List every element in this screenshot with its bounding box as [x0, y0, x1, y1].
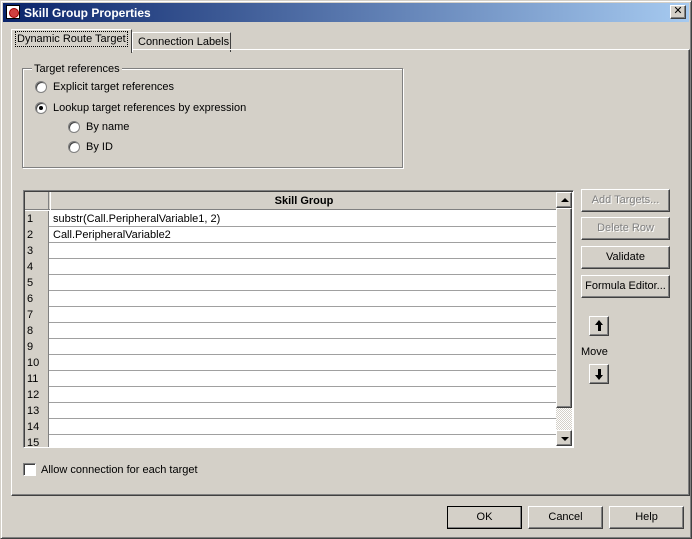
grid-body: 1 substr(Call.PeripheralVariable1, 2) 2 Cal…: [25, 211, 557, 447]
allow-connection-checkbox[interactable]: [23, 463, 36, 476]
row-number[interactable]: 9: [25, 339, 49, 355]
delete-row-button[interactable]: Delete Row: [581, 217, 670, 240]
grid-header: Skill Group: [25, 192, 557, 210]
window-title: Skill Group Properties: [24, 6, 151, 20]
row-number[interactable]: 4: [25, 259, 49, 275]
help-label: Help: [635, 511, 658, 523]
tab-label: Dynamic Route Target: [15, 31, 128, 47]
scroll-track[interactable]: [556, 208, 572, 430]
tab-dynamic-route-target[interactable]: Dynamic Route Target: [11, 29, 132, 53]
table-row[interactable]: 12: [25, 387, 557, 403]
table-row[interactable]: 15: [25, 435, 557, 447]
table-row[interactable]: 14: [25, 419, 557, 435]
row-number[interactable]: 2: [25, 227, 49, 243]
formula-editor-button[interactable]: Formula Editor...: [581, 275, 670, 298]
table-row[interactable]: 13: [25, 403, 557, 419]
table-row[interactable]: 7: [25, 307, 557, 323]
move-label: Move: [581, 346, 608, 358]
skill-group-cell[interactable]: Call.PeripheralVariable2: [53, 227, 171, 243]
table-row[interactable]: 1 substr(Call.PeripheralVariable1, 2): [25, 211, 557, 227]
move-up-icon-shaft: [598, 325, 601, 331]
grid-corner-cell[interactable]: [25, 192, 49, 210]
skill-group-grid[interactable]: Skill Group 1 substr(Call.PeripheralVaria…: [23, 190, 574, 448]
radio-lookup-by-expression[interactable]: Lookup target references by expression: [35, 102, 246, 114]
formula-editor-label: Formula Editor...: [585, 280, 666, 292]
arrow-up-icon: [561, 198, 569, 202]
close-button[interactable]: ✕: [670, 5, 686, 19]
close-icon: ✕: [673, 5, 683, 17]
row-number[interactable]: 11: [25, 371, 49, 387]
add-targets-button[interactable]: Add Targets...: [581, 189, 670, 212]
delete-row-label: Delete Row: [597, 222, 654, 234]
allow-connection-checkbox-row[interactable]: Allow connection for each target: [23, 463, 198, 476]
allow-connection-label: Allow connection for each target: [41, 463, 198, 476]
radio-label: Explicit target references: [53, 81, 175, 93]
tab-label: Connection Labels: [138, 36, 230, 48]
radio-label: By ID: [86, 141, 113, 153]
row-number[interactable]: 14: [25, 419, 49, 435]
move-down-icon: [595, 375, 603, 380]
app-icon: [6, 5, 20, 19]
add-targets-label: Add Targets...: [591, 194, 660, 206]
radio-by-name[interactable]: By name: [68, 121, 129, 133]
vertical-scrollbar[interactable]: [556, 192, 572, 446]
row-number[interactable]: 3: [25, 243, 49, 259]
radio-label: Lookup target references by expression: [53, 102, 247, 114]
table-row[interactable]: 4: [25, 259, 557, 275]
radio-button[interactable]: [35, 102, 47, 114]
column-header-skill-group[interactable]: Skill Group: [50, 192, 557, 210]
validate-button[interactable]: Validate: [581, 246, 670, 269]
row-number[interactable]: 6: [25, 291, 49, 307]
validate-label: Validate: [606, 251, 645, 263]
move-up-button[interactable]: [589, 316, 609, 336]
table-row[interactable]: 2 Call.PeripheralVariable2: [25, 227, 557, 243]
row-number[interactable]: 7: [25, 307, 49, 323]
radio-button[interactable]: [68, 141, 80, 153]
ok-label: OK: [476, 511, 493, 523]
row-number[interactable]: 12: [25, 387, 49, 403]
move-down-button[interactable]: [589, 364, 609, 384]
table-row[interactable]: 5: [25, 275, 557, 291]
scroll-down-button[interactable]: [556, 430, 572, 446]
table-row[interactable]: 11: [25, 371, 557, 387]
ok-button[interactable]: OK: [447, 506, 522, 529]
radio-button[interactable]: [35, 81, 47, 93]
radio-explicit-target-references[interactable]: Explicit target references: [35, 81, 174, 93]
table-row[interactable]: 3: [25, 243, 557, 259]
cancel-button[interactable]: Cancel: [528, 506, 603, 529]
table-row[interactable]: 6: [25, 291, 557, 307]
scroll-thumb[interactable]: [556, 208, 572, 408]
row-number[interactable]: 15: [25, 435, 49, 447]
table-row[interactable]: 8: [25, 323, 557, 339]
radio-label: By name: [86, 121, 130, 133]
scroll-up-button[interactable]: [556, 192, 572, 208]
radio-by-id[interactable]: By ID: [68, 141, 113, 153]
row-number[interactable]: 10: [25, 355, 49, 371]
dialog-window: Skill Group Properties ✕ Dynamic Route T…: [0, 0, 692, 539]
row-number[interactable]: 1: [25, 211, 49, 227]
skill-group-cell[interactable]: substr(Call.PeripheralVariable1, 2): [53, 211, 220, 227]
arrow-down-icon: [561, 437, 569, 441]
help-button[interactable]: Help: [609, 506, 684, 529]
row-number[interactable]: 8: [25, 323, 49, 339]
table-row[interactable]: 10: [25, 355, 557, 371]
table-row[interactable]: 9: [25, 339, 557, 355]
title-bar[interactable]: Skill Group Properties ✕: [3, 3, 689, 22]
row-number[interactable]: 5: [25, 275, 49, 291]
target-references-label: Target references: [32, 63, 122, 75]
row-number[interactable]: 13: [25, 403, 49, 419]
cancel-label: Cancel: [548, 511, 583, 523]
radio-button[interactable]: [68, 121, 80, 133]
